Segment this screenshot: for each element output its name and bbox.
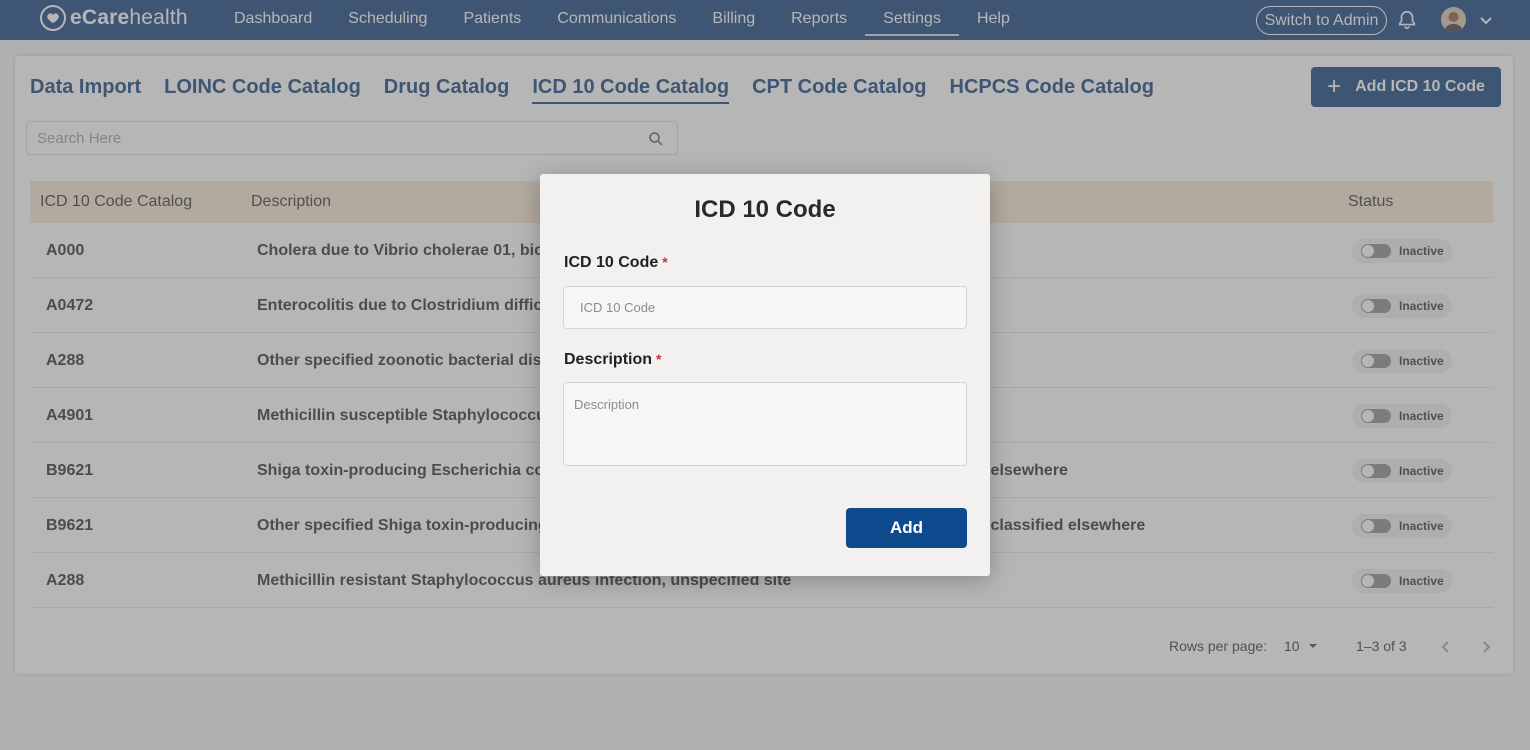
required-asterisk: * — [656, 351, 662, 367]
add-submit-button[interactable]: Add — [846, 508, 967, 548]
dialog-title: ICD 10 Code — [694, 196, 836, 223]
required-asterisk: * — [662, 254, 668, 270]
icd10-code-input[interactable] — [563, 286, 967, 329]
add-icd10-code-dialog: ICD 10 Code ICD 10 Code* Description* Ad… — [540, 174, 990, 576]
icd10-code-field-label: ICD 10 Code * — [564, 254, 668, 272]
description-field-label: Description * — [564, 351, 661, 369]
description-textarea[interactable] — [563, 382, 967, 466]
description-label-text: Description — [564, 351, 653, 368]
icd10-code-label-text: ICD 10 Code — [564, 254, 659, 271]
